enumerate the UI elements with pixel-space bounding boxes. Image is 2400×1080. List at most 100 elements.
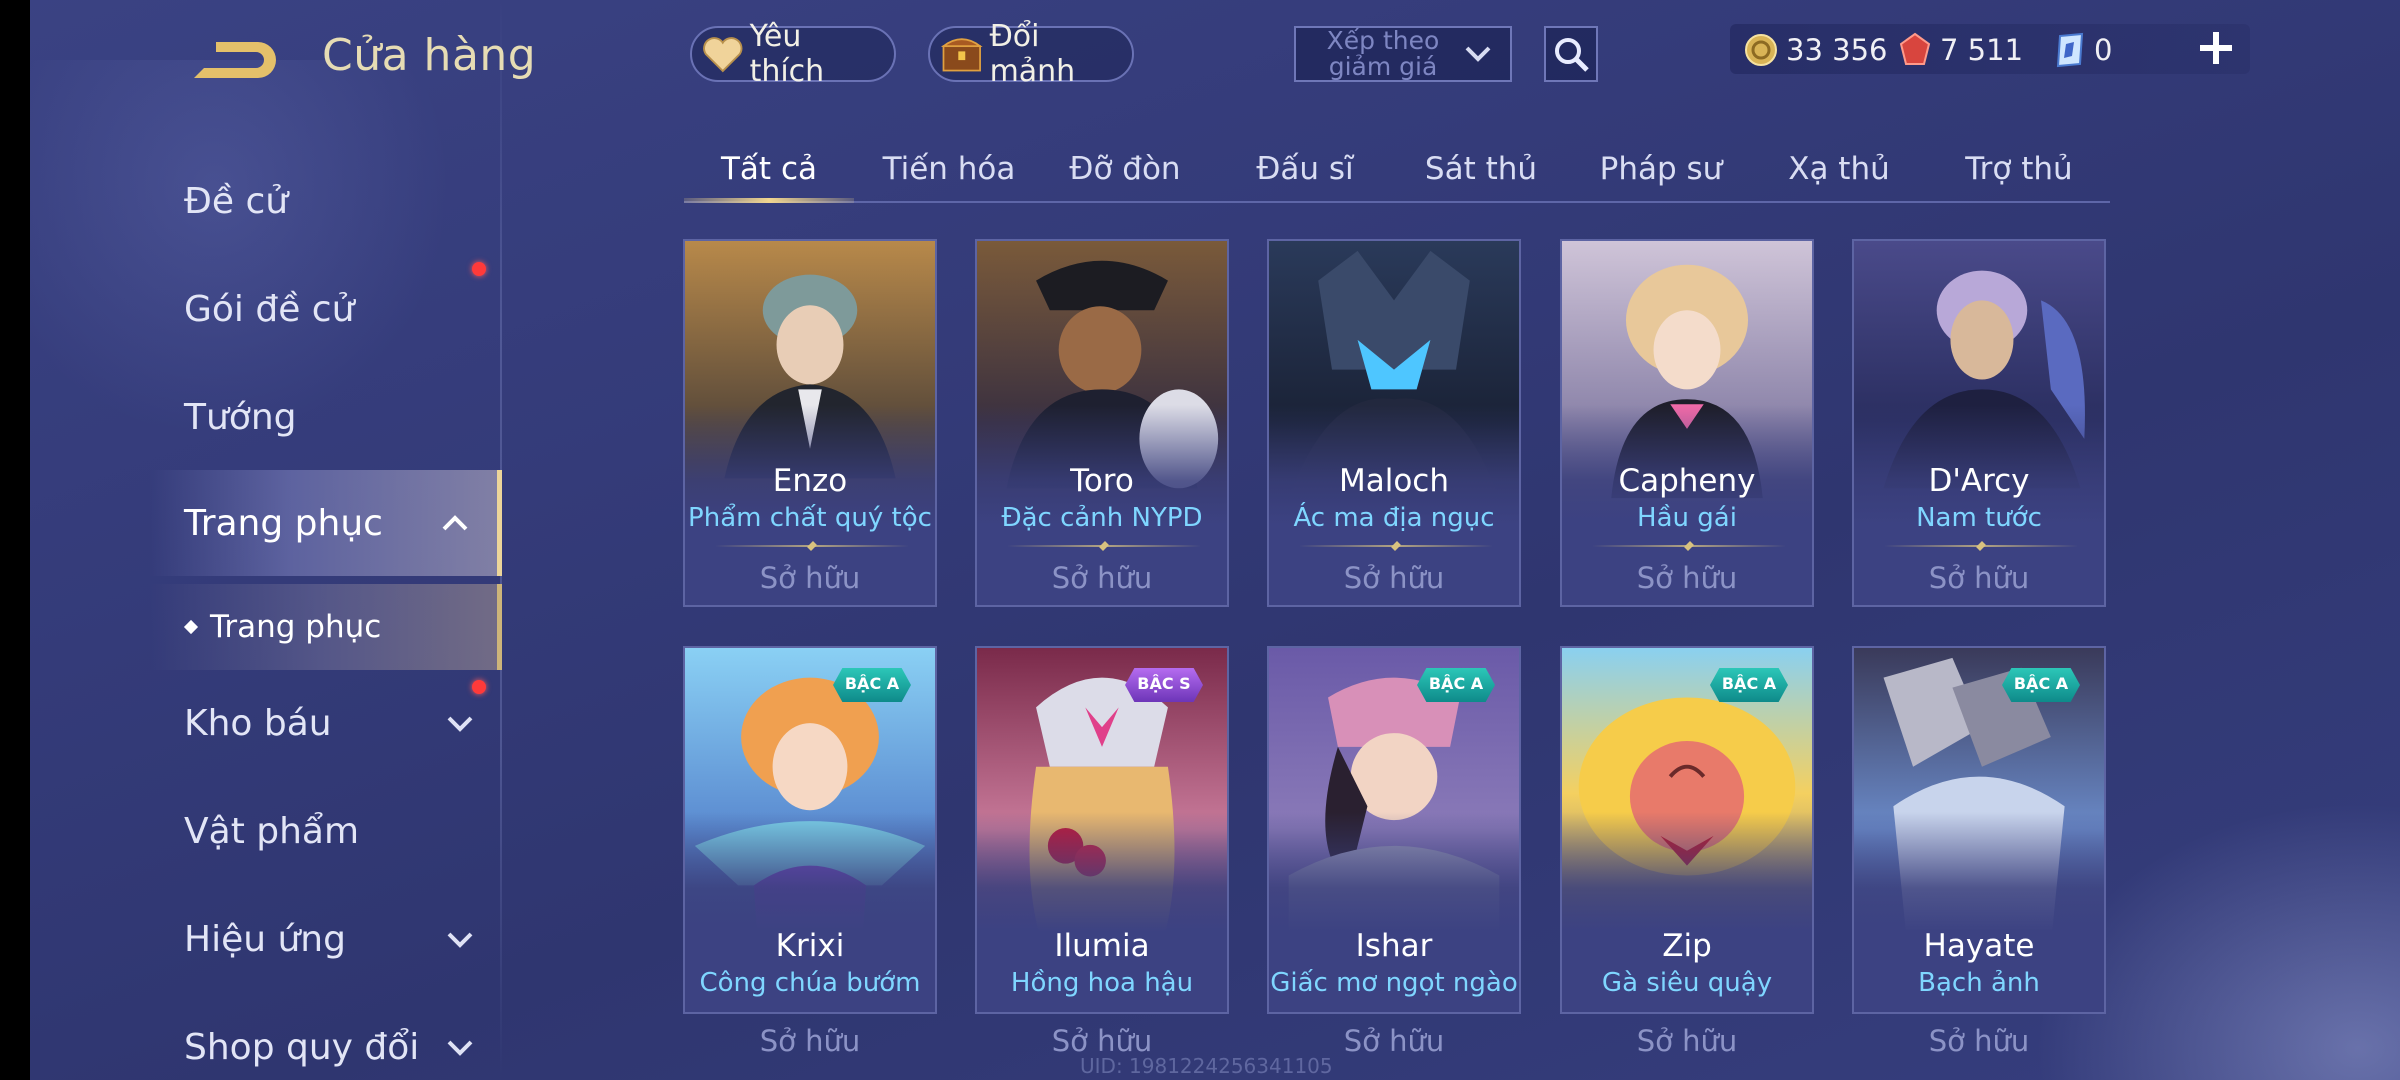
tier-badge: BẬC A bbox=[833, 668, 911, 702]
hero-name: Zip bbox=[1662, 928, 1712, 964]
hero-name: Capheny bbox=[1618, 463, 1756, 499]
sidebar-item-recommended[interactable]: Đề cử bbox=[150, 148, 502, 254]
skin-card[interactable]: Capheny Hầu gái Sở hữu bbox=[1560, 239, 1814, 607]
back-arrow-icon bbox=[194, 42, 276, 78]
category-tabs: Tất cả Tiến hóa Đỡ đòn Đấu sĩ Sát thủ Ph… bbox=[684, 142, 2110, 204]
back-button[interactable] bbox=[186, 36, 278, 86]
skin-name: Nam tước bbox=[1916, 503, 2042, 533]
skin-name: Ác ma địa ngục bbox=[1293, 503, 1495, 533]
hero-name: Ishar bbox=[1355, 928, 1433, 964]
ownership-status: Sở hữu bbox=[1051, 1024, 1153, 1058]
sidebar-item-label: Trang phục bbox=[184, 502, 383, 544]
tab-tank[interactable]: Đỡ đòn bbox=[1040, 142, 1210, 200]
skin-card[interactable]: BẬC A Krixi Công chúa bướm bbox=[683, 646, 937, 1014]
tab-assassin[interactable]: Sát thủ bbox=[1396, 142, 1566, 200]
ownership-status: Sở hữu bbox=[759, 561, 861, 595]
add-currency-button[interactable] bbox=[2196, 28, 2236, 68]
sort-label: Xếp theo giảm giá bbox=[1326, 26, 1440, 81]
tier-badge: BẬC A bbox=[1417, 668, 1495, 702]
voucher-amount: 0 bbox=[2094, 33, 2113, 67]
sidebar-item-heroes[interactable]: Tướng bbox=[150, 364, 502, 470]
tab-evolution[interactable]: Tiến hóa bbox=[864, 142, 1034, 200]
ownership-status: Sở hữu bbox=[759, 1024, 861, 1058]
plus-icon bbox=[2200, 32, 2232, 64]
skin-card[interactable]: D'Arcy Nam tước Sở hữu bbox=[1852, 239, 2106, 607]
chevron-down-icon bbox=[447, 932, 473, 948]
voucher-icon bbox=[2056, 32, 2084, 68]
ownership-status: Sở hữu bbox=[1928, 561, 2030, 595]
skin-name: Hồng hoa hậu bbox=[1010, 968, 1194, 998]
tab-mage[interactable]: Pháp sư bbox=[1576, 142, 1746, 200]
sidebar-item-label: Tướng bbox=[184, 396, 297, 438]
skin-name: Bạch ảnh bbox=[1918, 968, 2040, 998]
hero-name: Krixi bbox=[775, 928, 845, 964]
chevron-down-icon bbox=[1465, 46, 1491, 62]
active-tab-indicator bbox=[684, 198, 854, 203]
treasure-chest-icon bbox=[940, 38, 983, 72]
skin-card[interactable]: BẬC A Zip Gà siêu quậy bbox=[1560, 646, 1814, 1014]
sidebar-item-items[interactable]: Vật phẩm bbox=[150, 778, 502, 884]
hero-name: Toro bbox=[1070, 463, 1134, 499]
favorites-label: Yêu thích bbox=[749, 19, 825, 89]
tier-badge: BẬC S bbox=[1125, 668, 1203, 702]
ownership-status: Sở hữu bbox=[1343, 561, 1445, 595]
hero-name: Maloch bbox=[1338, 463, 1449, 499]
notification-dot bbox=[472, 262, 486, 276]
user-id: UID: 1981224256341105 bbox=[1080, 1054, 1333, 1078]
skin-card[interactable]: BẬC A Hayate Bạch ảnh bbox=[1852, 646, 2106, 1014]
screen-edge bbox=[0, 0, 30, 1080]
skin-card[interactable]: BẬC A Ishar Giấc mơ ngọt ngào bbox=[1267, 646, 1521, 1014]
bullet-icon bbox=[183, 619, 199, 635]
skin-card[interactable]: Enzo Phẩm chất quý tộc Sở hữu bbox=[683, 239, 937, 607]
sidebar-item-skins[interactable]: Trang phục bbox=[150, 470, 502, 576]
tier-badge: BẬC A bbox=[1710, 668, 1788, 702]
skin-name: Giấc mơ ngọt ngào bbox=[1270, 968, 1518, 998]
page-title: Cửa hàng bbox=[322, 30, 537, 81]
sidebar-item-label: Shop quy đổi bbox=[184, 1026, 420, 1068]
fragment-exchange-label: Đổi mảnh bbox=[989, 19, 1076, 89]
ownership-status: Sở hữu bbox=[1051, 561, 1153, 595]
ownership-status: Sở hữu bbox=[1636, 561, 1738, 595]
sort-dropdown[interactable]: Xếp theo giảm giá bbox=[1294, 26, 1512, 82]
tier-badge: BẬC A bbox=[2002, 668, 2080, 702]
ownership-status: Sở hữu bbox=[1928, 1024, 2030, 1058]
sidebar-subitem-skins[interactable]: Trang phục bbox=[150, 584, 502, 670]
fragment-exchange-button[interactable]: Đổi mảnh bbox=[928, 19, 1134, 89]
hero-name: Hayate bbox=[1923, 928, 2035, 964]
tab-all[interactable]: Tất cả bbox=[684, 142, 854, 200]
skin-name: Phẩm chất quý tộc bbox=[688, 503, 932, 533]
heart-icon bbox=[703, 37, 743, 73]
favorites-button[interactable]: Yêu thích bbox=[690, 19, 896, 89]
sidebar-item-effects[interactable]: Hiệu ứng bbox=[150, 886, 502, 992]
chevron-up-icon bbox=[442, 515, 468, 531]
notification-dot bbox=[472, 680, 486, 694]
chevron-down-icon bbox=[447, 1040, 473, 1056]
hero-name: Ilumia bbox=[1054, 928, 1150, 964]
sidebar-item-label: Kho báu bbox=[184, 702, 332, 744]
tabs-baseline bbox=[684, 201, 2110, 203]
skin-card[interactable]: Toro Đặc cảnh NYPD Sở hữu bbox=[975, 239, 1229, 607]
sidebar-item-exchange-shop[interactable]: Shop quy đổi bbox=[150, 994, 502, 1080]
voucher-currency: 0 bbox=[2054, 30, 2112, 70]
sidebar-item-recommended-packs[interactable]: Gói đề cử bbox=[150, 256, 502, 362]
skin-name: Hầu gái bbox=[1637, 503, 1737, 533]
search-button[interactable] bbox=[1544, 26, 1598, 82]
sidebar-item-label: Gói đề cử bbox=[184, 288, 355, 330]
skin-name: Đặc cảnh NYPD bbox=[1001, 503, 1203, 533]
tab-marksman[interactable]: Xạ thủ bbox=[1754, 142, 1924, 200]
skin-card[interactable]: Maloch Ác ma địa ngục Sở hữu bbox=[1267, 239, 1521, 607]
search-icon bbox=[1555, 38, 1589, 72]
gold-coin-icon bbox=[1745, 34, 1777, 66]
ruby-amount: 7 511 bbox=[1940, 33, 2024, 67]
tab-fighter[interactable]: Đấu sĩ bbox=[1220, 142, 1390, 200]
skin-card[interactable]: BẬC S Ilumia Hồng hoa hậu bbox=[975, 646, 1229, 1014]
gold-currency: 33 356 bbox=[1744, 30, 1887, 70]
skin-name: Gà siêu quậy bbox=[1601, 968, 1773, 998]
ownership-status: Sở hữu bbox=[1636, 1024, 1738, 1058]
chevron-down-icon bbox=[447, 716, 473, 732]
hero-name: D'Arcy bbox=[1928, 463, 2030, 499]
sidebar-item-treasure[interactable]: Kho báu bbox=[150, 670, 502, 776]
sidebar-subitem-label: Trang phục bbox=[210, 609, 382, 645]
hero-name: Enzo bbox=[772, 463, 848, 499]
tab-support[interactable]: Trợ thủ bbox=[1934, 142, 2104, 200]
